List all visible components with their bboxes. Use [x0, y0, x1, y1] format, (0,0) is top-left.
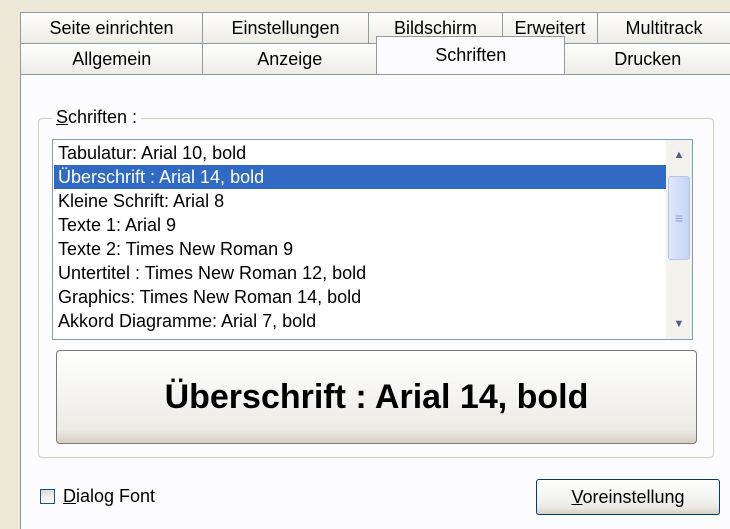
button-label: Voreinstellung — [571, 487, 684, 508]
tab-seite-einrichten[interactable]: Seite einrichten — [20, 12, 203, 43]
list-item[interactable]: Tabulatur: Arial 10, bold — [54, 141, 667, 165]
tab-label: Seite einrichten — [49, 17, 174, 38]
list-item[interactable]: Akkord Diagramme: Arial 7, bold — [54, 309, 667, 333]
list-item[interactable]: Kleine Schrift: Arial 8 — [54, 189, 667, 213]
tab-label: Allgemein — [72, 48, 152, 69]
tab-allgemein[interactable]: Allgemein — [20, 43, 204, 74]
tab-schriften[interactable]: Schriften — [376, 36, 566, 74]
tab-einstellungen[interactable]: Einstellungen — [202, 12, 369, 43]
vertical-scrollbar[interactable]: ▲ ≡ ▼ — [666, 140, 692, 339]
scrollbar-thumb[interactable]: ≡ — [668, 176, 690, 260]
tab-drucken[interactable]: Drucken — [564, 43, 730, 74]
list-item[interactable]: Untertitel : Times New Roman 12, bold — [54, 261, 667, 285]
grip-icon: ≡ — [674, 210, 684, 226]
group-label-text: chriften : — [68, 107, 138, 127]
fonts-list-items: Tabulatur: Arial 10, bold Überschrift : … — [54, 141, 667, 333]
list-item[interactable]: Texte 2: Times New Roman 9 — [54, 237, 667, 261]
tab-multitrack[interactable]: Multitrack — [597, 12, 730, 43]
scroll-up-arrow-icon[interactable]: ▲ — [666, 140, 692, 170]
mnemonic-letter: V — [571, 486, 583, 507]
tab-label: Anzeige — [257, 48, 323, 69]
mnemonic-letter: D — [63, 485, 76, 506]
fonts-listbox[interactable]: Tabulatur: Arial 10, bold Überschrift : … — [52, 139, 693, 340]
button-label-text: oreinstellung — [582, 486, 685, 507]
checkbox-box[interactable] — [40, 488, 55, 504]
tab-label: Schriften — [435, 45, 507, 65]
checkbox-label-text: ialog Font — [76, 485, 156, 506]
list-item[interactable]: Graphics: Times New Roman 14, bold — [54, 285, 667, 309]
tab-anzeige[interactable]: Anzeige — [202, 43, 377, 74]
dialog-font-checkbox[interactable]: Dialog Font — [40, 484, 155, 508]
fonts-group-label: Schriften : — [52, 107, 142, 128]
font-preview-button[interactable]: Überschrift : Arial 14, bold — [56, 350, 697, 444]
list-item-selected[interactable]: Überschrift : Arial 14, bold — [54, 165, 667, 189]
dialog-root: Seite einrichten Einstellungen Bildschir… — [0, 0, 730, 529]
tab-label: Drucken — [614, 48, 682, 69]
tab-label: Multitrack — [625, 17, 703, 38]
mnemonic-letter: S — [56, 107, 69, 127]
checkbox-label: Dialog Font — [63, 486, 155, 507]
tab-row-1: Seite einrichten Einstellungen Bildschir… — [20, 12, 730, 43]
voreinstellung-button[interactable]: Voreinstellung — [536, 479, 720, 515]
tab-label: Einstellungen — [231, 17, 340, 38]
scroll-down-arrow-icon[interactable]: ▼ — [666, 309, 692, 339]
preview-text: Überschrift : Arial 14, bold — [164, 377, 589, 416]
list-item[interactable]: Texte 1: Arial 9 — [54, 213, 667, 237]
tab-row-2: Allgemein Anzeige Schriften Drucken — [20, 36, 730, 74]
